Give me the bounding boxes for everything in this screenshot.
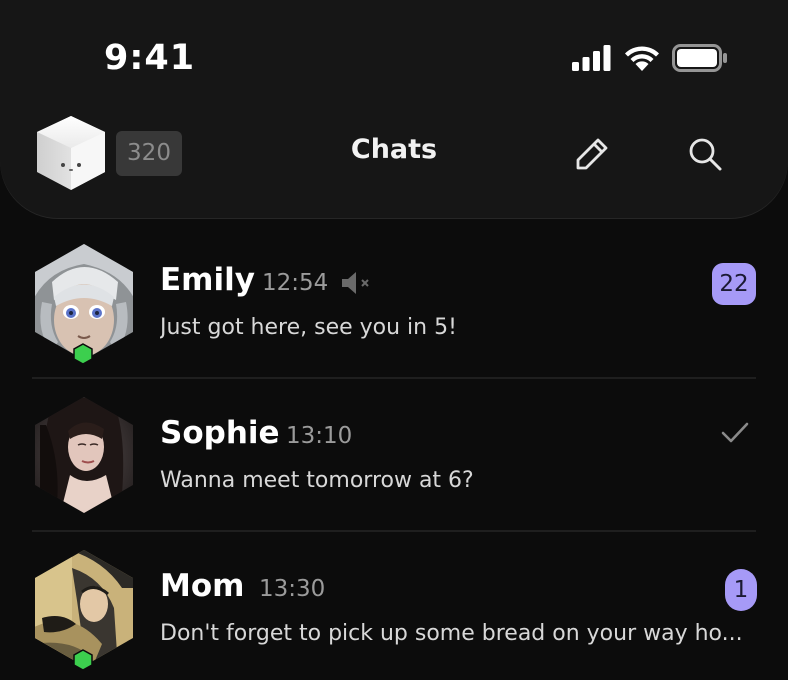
unread-badge: 22 (712, 263, 756, 305)
chat-name: Mom (160, 568, 245, 604)
search-icon (689, 138, 722, 171)
chat-time: 12:54 (262, 270, 329, 296)
battery-icon (672, 44, 727, 72)
chats-screen: 9:41 320 Chats Emily 12:54 Just got here… (0, 0, 788, 680)
chat-preview: Don't forget to pick up some bread on yo… (160, 621, 743, 646)
wifi-icon (625, 45, 659, 71)
check-icon (721, 422, 749, 443)
chat-name: Emily (160, 262, 255, 298)
chat-name: Sophie (160, 415, 280, 451)
chat-row-sophie[interactable]: Sophie 13:10 Wanna meet tomorrow at 6? (0, 379, 788, 532)
unread-badge: 1 (725, 569, 757, 611)
online-indicator (73, 343, 93, 365)
muted-speaker-icon (342, 272, 369, 294)
signal-bars-icon (572, 45, 611, 71)
online-indicator (73, 649, 93, 671)
header-panel (0, 0, 788, 218)
chat-preview: Wanna meet tomorrow at 6? (160, 468, 474, 493)
pencil-icon (576, 138, 608, 170)
page-title: Chats (350, 134, 438, 165)
chat-row-mom[interactable]: Mom 13:30 Don't forget to pick up some b… (0, 532, 788, 680)
chat-time: 13:10 (286, 423, 353, 449)
chat-row-emily[interactable]: Emily 12:54 Just got here, see you in 5!… (0, 226, 788, 379)
status-icons (572, 44, 728, 72)
chat-list: Emily 12:54 Just got here, see you in 5!… (0, 226, 788, 680)
chat-preview: Just got here, see you in 5! (160, 315, 457, 340)
search-button[interactable] (687, 136, 723, 172)
compose-button[interactable] (574, 136, 610, 172)
woman-portrait-avatar (35, 397, 133, 513)
status-time: 9:41 (104, 38, 196, 78)
chat-time: 13:30 (259, 576, 326, 602)
